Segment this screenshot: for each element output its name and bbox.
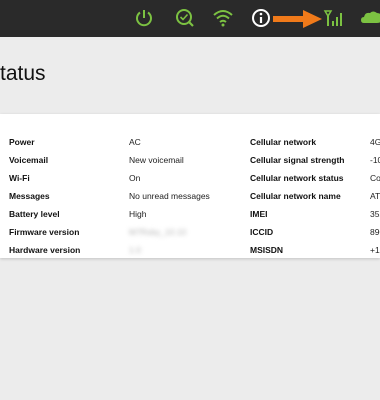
info-icon[interactable] (250, 7, 272, 29)
power-icon[interactable] (133, 7, 155, 29)
page-title: tatus (0, 62, 46, 85)
status-table: Power AC Voicemail New voicemail Wi-Fi O… (0, 128, 380, 258)
iccid-value: 890 (370, 227, 380, 237)
hardware-version-value: 1.0 (129, 245, 141, 255)
cellular-network-name-value: AT (370, 191, 380, 201)
power-value: AC (129, 137, 141, 147)
wifi-label: Wi-Fi (9, 173, 30, 183)
messages-label: Messages (9, 191, 50, 201)
voicemail-label: Voicemail (9, 155, 49, 165)
imei-value: 352 (370, 209, 380, 219)
cellular-network-status-label: Cellular network status (250, 173, 344, 183)
signal-icon[interactable] (323, 7, 345, 29)
cellular-network-value: 4G (370, 137, 380, 147)
cellular-signal-strength-label: Cellular signal strength (250, 155, 345, 165)
hardware-version-label: Hardware version (9, 245, 81, 255)
battery-level-label: Battery level (9, 209, 60, 219)
search-status-icon[interactable] (174, 7, 196, 29)
status-card: Power AC Voicemail New voicemail Wi-Fi O… (0, 114, 380, 258)
msisdn-value: +1- (370, 245, 380, 255)
power-label: Power (9, 137, 35, 147)
pointer-arrow-icon (273, 9, 323, 29)
wifi-value: On (129, 173, 141, 183)
cloud-icon[interactable] (360, 7, 380, 29)
cellular-network-label: Cellular network (250, 137, 317, 147)
cellular-network-name-label: Cellular network name (250, 191, 341, 201)
cellular-signal-strength-value: -10 (370, 155, 380, 165)
firmware-version-label: Firmware version (9, 227, 80, 237)
msisdn-label: MSISDN (250, 245, 284, 255)
messages-value: No unread messages (129, 191, 210, 201)
imei-label: IMEI (250, 209, 268, 219)
wifi-icon[interactable] (212, 7, 234, 29)
iccid-label: ICCID (250, 227, 274, 237)
cellular-network-status-value: Co (370, 173, 380, 183)
firmware-version-value: M7Rsby_10.10 (129, 227, 187, 237)
voicemail-value: New voicemail (129, 155, 184, 165)
top-status-bar (0, 0, 380, 37)
battery-level-value: High (129, 209, 147, 219)
